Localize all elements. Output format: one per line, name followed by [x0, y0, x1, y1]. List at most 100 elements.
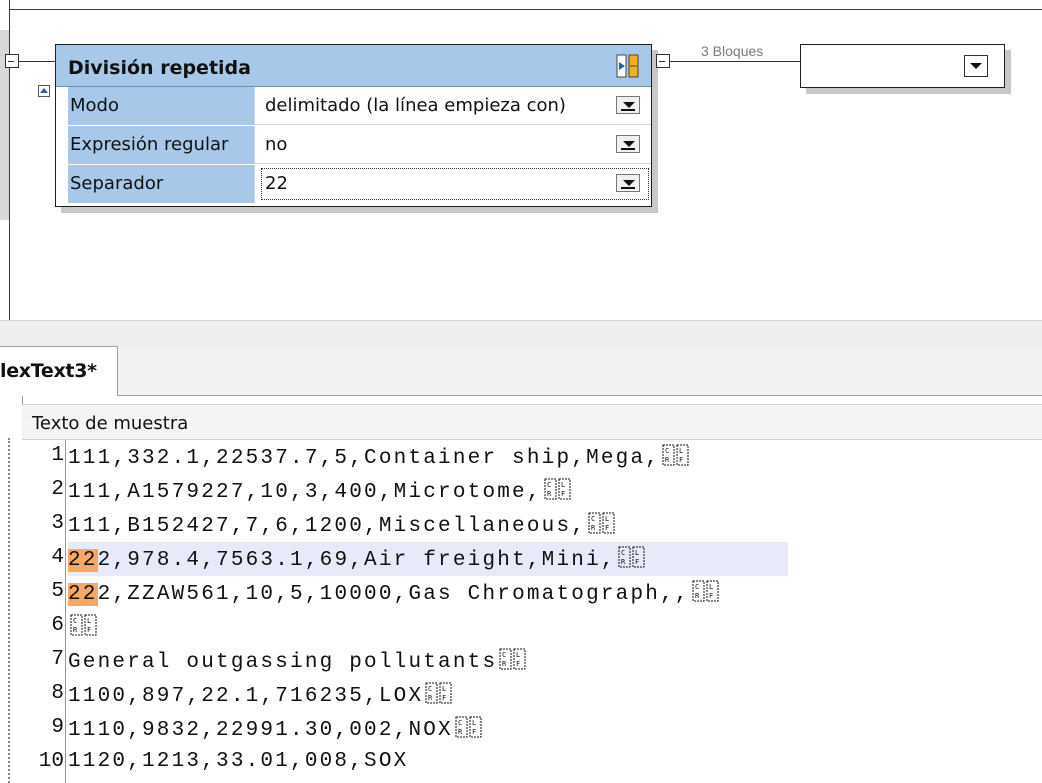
canvas-top-border [9, 0, 1042, 10]
input-connector-tick [8, 61, 14, 62]
svg-text:L: L [561, 481, 567, 489]
target-dropdown-arrow-icon[interactable] [964, 55, 988, 77]
svg-text:F: F [605, 524, 611, 532]
line-content: 2,ZZAW561,10,5,10000,Gas Chromatograph,, [97, 583, 690, 606]
svg-text:L: L [605, 515, 611, 523]
line-break-icon: CRLF [588, 512, 615, 534]
line-content: 1100,897,22.1,716235,LOX [68, 685, 424, 708]
svg-text:R: R [547, 490, 553, 498]
separator-row[interactable]: Separador 22 [68, 165, 651, 203]
pane-splitter[interactable] [0, 320, 1042, 346]
separator-focus-ring [261, 168, 649, 200]
line-text: 111,B152427,7,6,1200,Miscellaneous, C R L F [68, 512, 616, 538]
svg-text:F: F [87, 626, 93, 634]
line-number: 10 [38, 750, 64, 773]
separator-value[interactable]: 22 [265, 173, 288, 194]
svg-text:F: F [442, 694, 448, 702]
svg-text:C: C [73, 617, 79, 625]
svg-text:C: C [428, 685, 434, 693]
line-number: 9 [51, 716, 64, 739]
line-text: CRLF [68, 614, 98, 640]
line-number: 7 [51, 648, 64, 671]
sample-line[interactable]: 10 1120,1213,33.01,008,SOX [22, 746, 1042, 780]
line-break-icon: CRLF [70, 614, 97, 636]
line-text: 1110,9832,22991.30,002,NOX C R L F [68, 716, 483, 742]
sample-line[interactable]: 3 111,B152427,7,6,1200,Miscellaneous, C R L F [22, 508, 1042, 542]
collapse-icon[interactable] [38, 85, 50, 97]
svg-text:L: L [472, 719, 478, 727]
svg-text:L: L [635, 549, 641, 557]
svg-text:C: C [502, 651, 508, 659]
line-number: 1 [51, 444, 64, 467]
line-break-icon: CRLF [544, 478, 571, 500]
line-break-icon: CRLF [499, 648, 526, 670]
sample-line[interactable]: 1 111,332.1,22537.7,5,Container ship,Mega… [22, 440, 1042, 474]
design-canvas[interactable]: División repetida Modo delimitado (la lí… [0, 0, 1042, 320]
svg-text:F: F [472, 728, 478, 736]
panel-header: Texto de muestra [22, 404, 1042, 440]
mode-value: delimitado (la línea empieza con) [265, 95, 566, 116]
sample-line[interactable]: 5 222,ZZAW561,10,5,10000,Gas Chromatograp… [22, 576, 1042, 610]
line-break-icon: CRLF [455, 716, 482, 738]
mode-dropdown-arrow-icon[interactable] [616, 96, 640, 114]
svg-text:L: L [709, 583, 715, 591]
svg-text:R: R [502, 660, 508, 668]
tab-lextext3[interactable]: lexText3* [0, 346, 118, 397]
svg-text:C: C [458, 719, 464, 727]
svg-text:R: R [458, 728, 464, 736]
mode-row[interactable]: Modo delimitado (la línea empieza con) [68, 87, 651, 125]
svg-text:F: F [709, 592, 715, 600]
canvas-left-border [9, 0, 10, 320]
output-connector-tick [659, 61, 665, 62]
connection-label: 3 Bloques [701, 43, 764, 59]
sample-line[interactable]: 4 222,978.4,7563.1,69,Air freight,Mini, C R… [22, 542, 1042, 576]
output-connection-line [670, 61, 800, 62]
line-content: General outgassing pollutants [68, 651, 498, 674]
document-tabstrip: lexText3* [0, 346, 1042, 397]
repeated-split-component[interactable]: División repetida Modo delimitado (la lí… [55, 44, 652, 207]
mode-label: Modo [68, 87, 255, 125]
sample-line[interactable]: 9 1110,9832,22991.30,002,NOX C R L F [22, 712, 1042, 746]
svg-text:L: L [87, 617, 93, 625]
svg-text:F: F [516, 660, 522, 668]
svg-text:R: R [591, 524, 597, 532]
line-number: 5 [51, 580, 64, 603]
svg-text:F: F [635, 558, 641, 566]
output-split-icon[interactable] [616, 53, 640, 79]
sample-line[interactable]: 7 General outgassing pollutants C R L F [22, 644, 1042, 678]
regex-label: Expresión regular [68, 126, 255, 164]
line-number: 6 [51, 614, 64, 637]
panel-title: Texto de muestra [32, 413, 189, 434]
svg-text:L: L [442, 685, 448, 693]
svg-text:R: R [621, 558, 627, 566]
sample-text-editor[interactable]: 1 111,332.1,22537.7,5,Container ship,Mega… [22, 440, 1042, 783]
separator-dropdown-arrow-icon[interactable] [616, 174, 640, 192]
line-content: 111,B152427,7,6,1200,Miscellaneous, [68, 515, 587, 538]
regex-dropdown-arrow-icon[interactable] [616, 135, 640, 153]
separator-match-highlight: 22 [68, 583, 98, 606]
svg-text:R: R [428, 694, 434, 702]
line-break-icon: CRLF [618, 546, 645, 568]
sample-line[interactable]: 2 111,A1579227,10,3,400,Microtome, C R L F [22, 474, 1042, 508]
line-number: 2 [51, 478, 64, 501]
line-text: 111,332.1,22537.7,5,Container ship,Mega,… [68, 444, 690, 470]
svg-text:R: R [665, 456, 671, 464]
regex-row[interactable]: Expresión regular no [68, 126, 651, 164]
svg-text:R: R [695, 592, 701, 600]
tab-label: lexText3* [0, 360, 97, 382]
regex-value: no [265, 134, 288, 155]
line-break-icon: CRLF [662, 444, 689, 466]
panel-resize-grip[interactable] [8, 438, 11, 783]
sample-line[interactable]: 6 CRLF [22, 610, 1042, 644]
line-content: 1120,1213,33.01,008,SOX [68, 750, 409, 773]
line-content: 111,A1579227,10,3,400,Microtome, [68, 481, 542, 504]
sample-line[interactable]: 8 1100,897,22.1,716235,LOX C R L F [22, 678, 1042, 712]
line-break-icon: CRLF [692, 580, 719, 602]
svg-text:C: C [665, 447, 671, 455]
svg-text:C: C [621, 549, 627, 557]
component-header[interactable]: División repetida [56, 45, 651, 87]
line-content: 111,332.1,22537.7,5,Container ship,Mega, [68, 447, 661, 470]
line-break-icon: CRLF [425, 682, 452, 704]
line-text: 222,ZZAW561,10,5,10000,Gas Chromatograph… [68, 580, 720, 606]
target-component[interactable] [800, 44, 1005, 88]
